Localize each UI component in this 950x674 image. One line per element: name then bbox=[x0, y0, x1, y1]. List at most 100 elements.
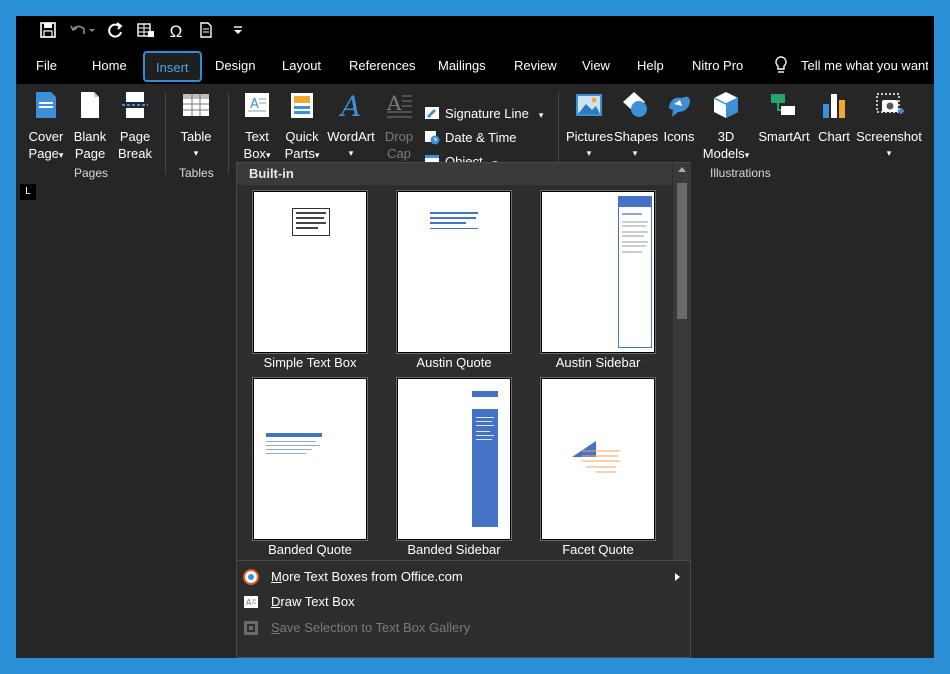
text-box-icon: A bbox=[245, 93, 269, 117]
scroll-up-icon[interactable] bbox=[678, 167, 686, 172]
dropdown-caret-icon: ▾ bbox=[265, 150, 271, 160]
gallery-item-banded-sidebar[interactable] bbox=[396, 377, 512, 541]
svg-text:A: A bbox=[386, 91, 402, 115]
gallery-item-facet-quote[interactable] bbox=[540, 377, 656, 541]
tell-me-search[interactable]: Tell me what you want t bbox=[801, 48, 934, 84]
tab-layout[interactable]: Layout bbox=[282, 48, 321, 84]
3d-models-button[interactable]: 3D Models▾ bbox=[702, 90, 750, 164]
tab-view[interactable]: View bbox=[582, 48, 610, 84]
page-break-icon bbox=[122, 92, 148, 118]
draw-text-box-menu-item[interactable]: A Draw Text Box bbox=[237, 590, 690, 614]
tables-group-label: Tables bbox=[179, 166, 214, 180]
symbol-icon[interactable]: Ω bbox=[166, 22, 186, 42]
table-grid-icon bbox=[183, 94, 209, 116]
shapes-label: Shapes bbox=[614, 129, 659, 144]
svg-text:A: A bbox=[250, 97, 259, 112]
tab-file[interactable]: File bbox=[36, 48, 57, 84]
icons-button[interactable]: Icons bbox=[660, 90, 698, 145]
cube-icon bbox=[713, 92, 739, 118]
chart-button[interactable]: Chart bbox=[816, 90, 852, 145]
svg-text:A: A bbox=[338, 90, 361, 120]
table-button[interactable]: Table ▾ bbox=[178, 90, 214, 162]
tab-mailings[interactable]: Mailings bbox=[438, 48, 486, 84]
table-icon[interactable] bbox=[136, 22, 156, 42]
page-break-button[interactable]: Page Break bbox=[116, 90, 154, 162]
quick-access-toolbar: Ω bbox=[16, 16, 934, 48]
more-text-boxes-menu-item[interactable]: More Text Boxes from Office.com bbox=[237, 565, 690, 589]
menu-item-label: More Text Boxes from Office.com bbox=[271, 569, 463, 584]
cover-page-label-2: Page bbox=[28, 146, 59, 161]
gallery-item-label: Facet Quote bbox=[562, 542, 634, 557]
date-time-button[interactable]: Date & Time bbox=[424, 128, 517, 148]
dropdown-caret-icon: ▾ bbox=[586, 148, 592, 158]
pages-group-label: Pages bbox=[74, 166, 109, 180]
lightbulb-icon[interactable] bbox=[773, 48, 793, 84]
scroll-thumb[interactable] bbox=[677, 183, 687, 319]
blank-page-label: Blank bbox=[73, 129, 107, 144]
signature-line-button[interactable]: Signature Line ▾ bbox=[424, 104, 543, 124]
tab-nitro-pro[interactable]: Nitro Pro bbox=[692, 48, 743, 84]
gallery-header: Built-in bbox=[237, 163, 672, 185]
illustrations-group-label: Illustrations bbox=[710, 166, 771, 180]
blank-page-icon bbox=[81, 92, 99, 118]
tab-help[interactable]: Help bbox=[637, 48, 664, 84]
gallery-item-banded-quote[interactable] bbox=[252, 377, 368, 541]
blank-page-label-2: Page bbox=[74, 146, 106, 161]
page-break-label-2: Break bbox=[118, 146, 152, 161]
drop-cap-label-2: Cap bbox=[387, 146, 411, 161]
quick-parts-button[interactable]: Quick Parts▾ bbox=[282, 90, 322, 164]
signature-line-label: Signature Line bbox=[445, 106, 529, 121]
smartart-button[interactable]: SmartArt bbox=[756, 90, 812, 145]
tab-insert[interactable]: Insert bbox=[143, 51, 202, 82]
wordart-icon: A bbox=[338, 90, 361, 123]
cover-page-label: Cover bbox=[28, 129, 64, 144]
table-label: Table bbox=[180, 129, 212, 144]
text-box-label-2: Box bbox=[243, 146, 266, 161]
tab-references[interactable]: References bbox=[349, 48, 415, 84]
3d-models-label-2: Models bbox=[702, 146, 745, 161]
facet-graphic bbox=[572, 441, 620, 473]
wordart-label: WordArt bbox=[327, 129, 375, 144]
dropdown-caret-icon: ▾ bbox=[632, 148, 638, 158]
shapes-button[interactable]: Shapes ▾ bbox=[614, 90, 659, 162]
pictures-button[interactable]: Pictures ▾ bbox=[566, 90, 613, 162]
screenshot-button[interactable]: Screenshot ▾ bbox=[856, 90, 922, 162]
undo-icon[interactable] bbox=[68, 22, 96, 42]
gallery-item-austin-sidebar[interactable] bbox=[540, 190, 656, 354]
word-window: Ω File Home Insert Design Layout Referen… bbox=[16, 16, 934, 658]
save-icon[interactable] bbox=[38, 22, 58, 42]
gallery-item-austin-quote[interactable] bbox=[396, 190, 512, 354]
redo-icon[interactable] bbox=[106, 22, 126, 42]
gallery-item-label: Simple Text Box bbox=[263, 355, 357, 370]
gallery-item-label: Banded Sidebar bbox=[407, 542, 501, 557]
svg-text:A: A bbox=[246, 598, 252, 607]
smartart-label: SmartArt bbox=[758, 129, 810, 144]
shapes-icon bbox=[623, 92, 647, 117]
blank-page-button[interactable]: Blank Page bbox=[72, 90, 108, 162]
wordart-button[interactable]: A WordArt ▾ bbox=[326, 90, 376, 162]
document-icon[interactable] bbox=[196, 22, 216, 42]
dropdown-caret-icon: ▾ bbox=[886, 148, 892, 158]
cover-page-button[interactable]: Cover Page▾ bbox=[26, 90, 66, 164]
tab-design[interactable]: Design bbox=[215, 48, 255, 84]
text-box-gallery: Built-in Simple Text Box Austin Quote Au… bbox=[236, 162, 691, 658]
menu-item-label: Draw Text Box bbox=[271, 594, 355, 609]
tab-review[interactable]: Review bbox=[514, 48, 557, 84]
tab-overflow bbox=[928, 48, 934, 84]
dropdown-caret-icon: ▾ bbox=[193, 148, 199, 158]
tab-selector[interactable]: L bbox=[20, 184, 36, 200]
draw-text-box-icon: A bbox=[244, 596, 258, 608]
customize-icon[interactable] bbox=[228, 22, 248, 42]
office-online-icon bbox=[243, 569, 259, 585]
quick-parts-label-2: Parts bbox=[284, 146, 315, 161]
tab-home[interactable]: Home bbox=[92, 48, 127, 84]
date-time-icon bbox=[425, 131, 440, 145]
text-box-button[interactable]: A Text Box▾ bbox=[238, 90, 276, 164]
gallery-scrollbar[interactable] bbox=[673, 163, 691, 560]
drop-cap-icon: A bbox=[386, 91, 412, 118]
text-box-label: Text bbox=[245, 129, 269, 144]
dropdown-caret-icon: ▾ bbox=[58, 150, 64, 160]
dropdown-caret-icon: ▾ bbox=[348, 148, 354, 158]
gallery-item-simple-text-box[interactable] bbox=[252, 190, 368, 354]
save-selection-icon bbox=[244, 621, 258, 635]
